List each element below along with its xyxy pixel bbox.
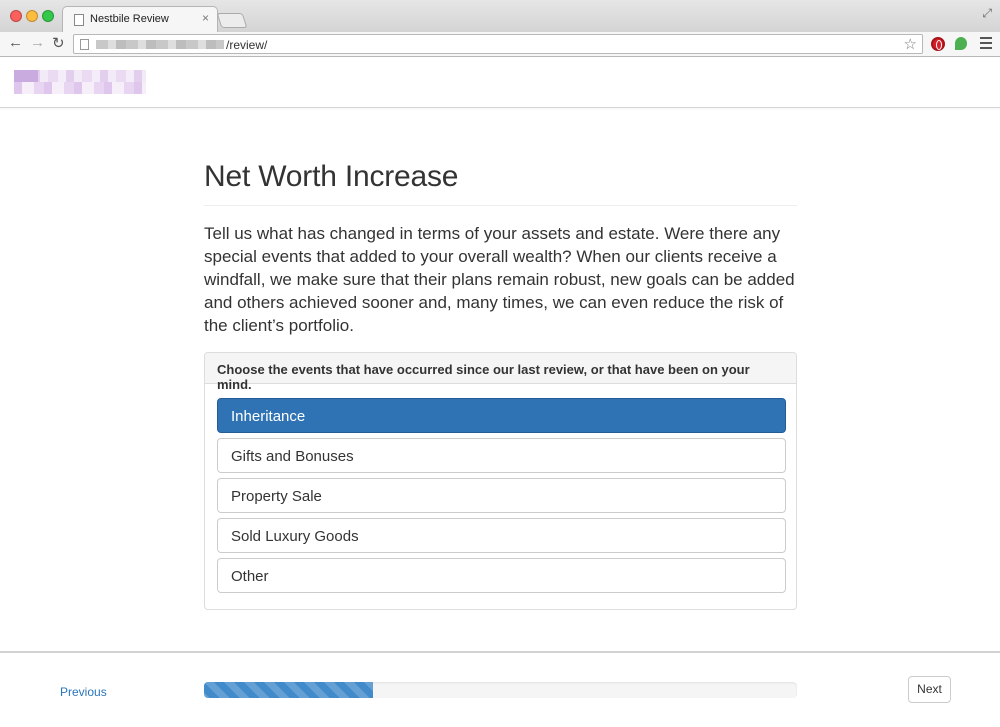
tab-title: Nestbile Review [90, 13, 169, 25]
progress-bar [204, 682, 373, 698]
browser-tab[interactable]: Nestbile Review × [62, 6, 218, 33]
new-tab-button[interactable] [216, 13, 248, 28]
reload-icon[interactable]: ↻ [52, 34, 65, 52]
browser-tabstrip: Nestbile Review × ⤢ [0, 0, 1000, 33]
url-path: /review/ [226, 38, 268, 52]
title-divider [204, 205, 797, 206]
page-title: Net Worth Increase [204, 160, 459, 193]
option-sold-luxury-goods[interactable]: Sold Luxury Goods [217, 518, 786, 553]
close-window-button[interactable] [10, 10, 22, 22]
url-host-redacted [96, 40, 224, 49]
zoom-window-button[interactable] [42, 10, 54, 22]
page-icon [80, 39, 89, 50]
opera-extension-icon[interactable] [931, 37, 945, 51]
intro-text: Tell us what has changed in terms of you… [204, 224, 795, 335]
option-inheritance[interactable]: Inheritance [217, 398, 786, 433]
option-other[interactable]: Other [217, 558, 786, 593]
next-button[interactable]: Next [908, 676, 951, 703]
back-arrow-icon[interactable]: ← [8, 34, 23, 51]
hamburger-menu-icon[interactable] [980, 37, 992, 49]
leaf-extension-icon[interactable] [955, 37, 967, 50]
step-footer: Previous Next [0, 651, 1000, 727]
tab-close-icon[interactable]: × [202, 11, 209, 25]
events-panel: Choose the events that have occurred sin… [204, 352, 797, 610]
panel-heading: Choose the events that have occurred sin… [205, 353, 796, 392]
previous-link[interactable]: Previous [60, 685, 107, 699]
option-gifts-and-bonuses[interactable]: Gifts and Bonuses [217, 438, 786, 473]
fullscreen-icon[interactable]: ⤢ [982, 6, 992, 21]
bookmark-star-icon[interactable]: ☆ [904, 35, 917, 53]
event-options-list: Inheritance Gifts and Bonuses Property S… [217, 398, 786, 598]
progress-track [204, 682, 797, 698]
minimize-window-button[interactable] [26, 10, 38, 22]
option-property-sale[interactable]: Property Sale [217, 478, 786, 513]
address-bar[interactable]: /review/ ☆ [73, 34, 923, 54]
forward-arrow-icon[interactable]: → [30, 34, 45, 51]
page-icon [74, 14, 84, 26]
site-logo[interactable] [14, 70, 146, 94]
site-header [0, 58, 1000, 108]
browser-toolbar: ← → ↻ /review/ ☆ [0, 32, 1000, 57]
